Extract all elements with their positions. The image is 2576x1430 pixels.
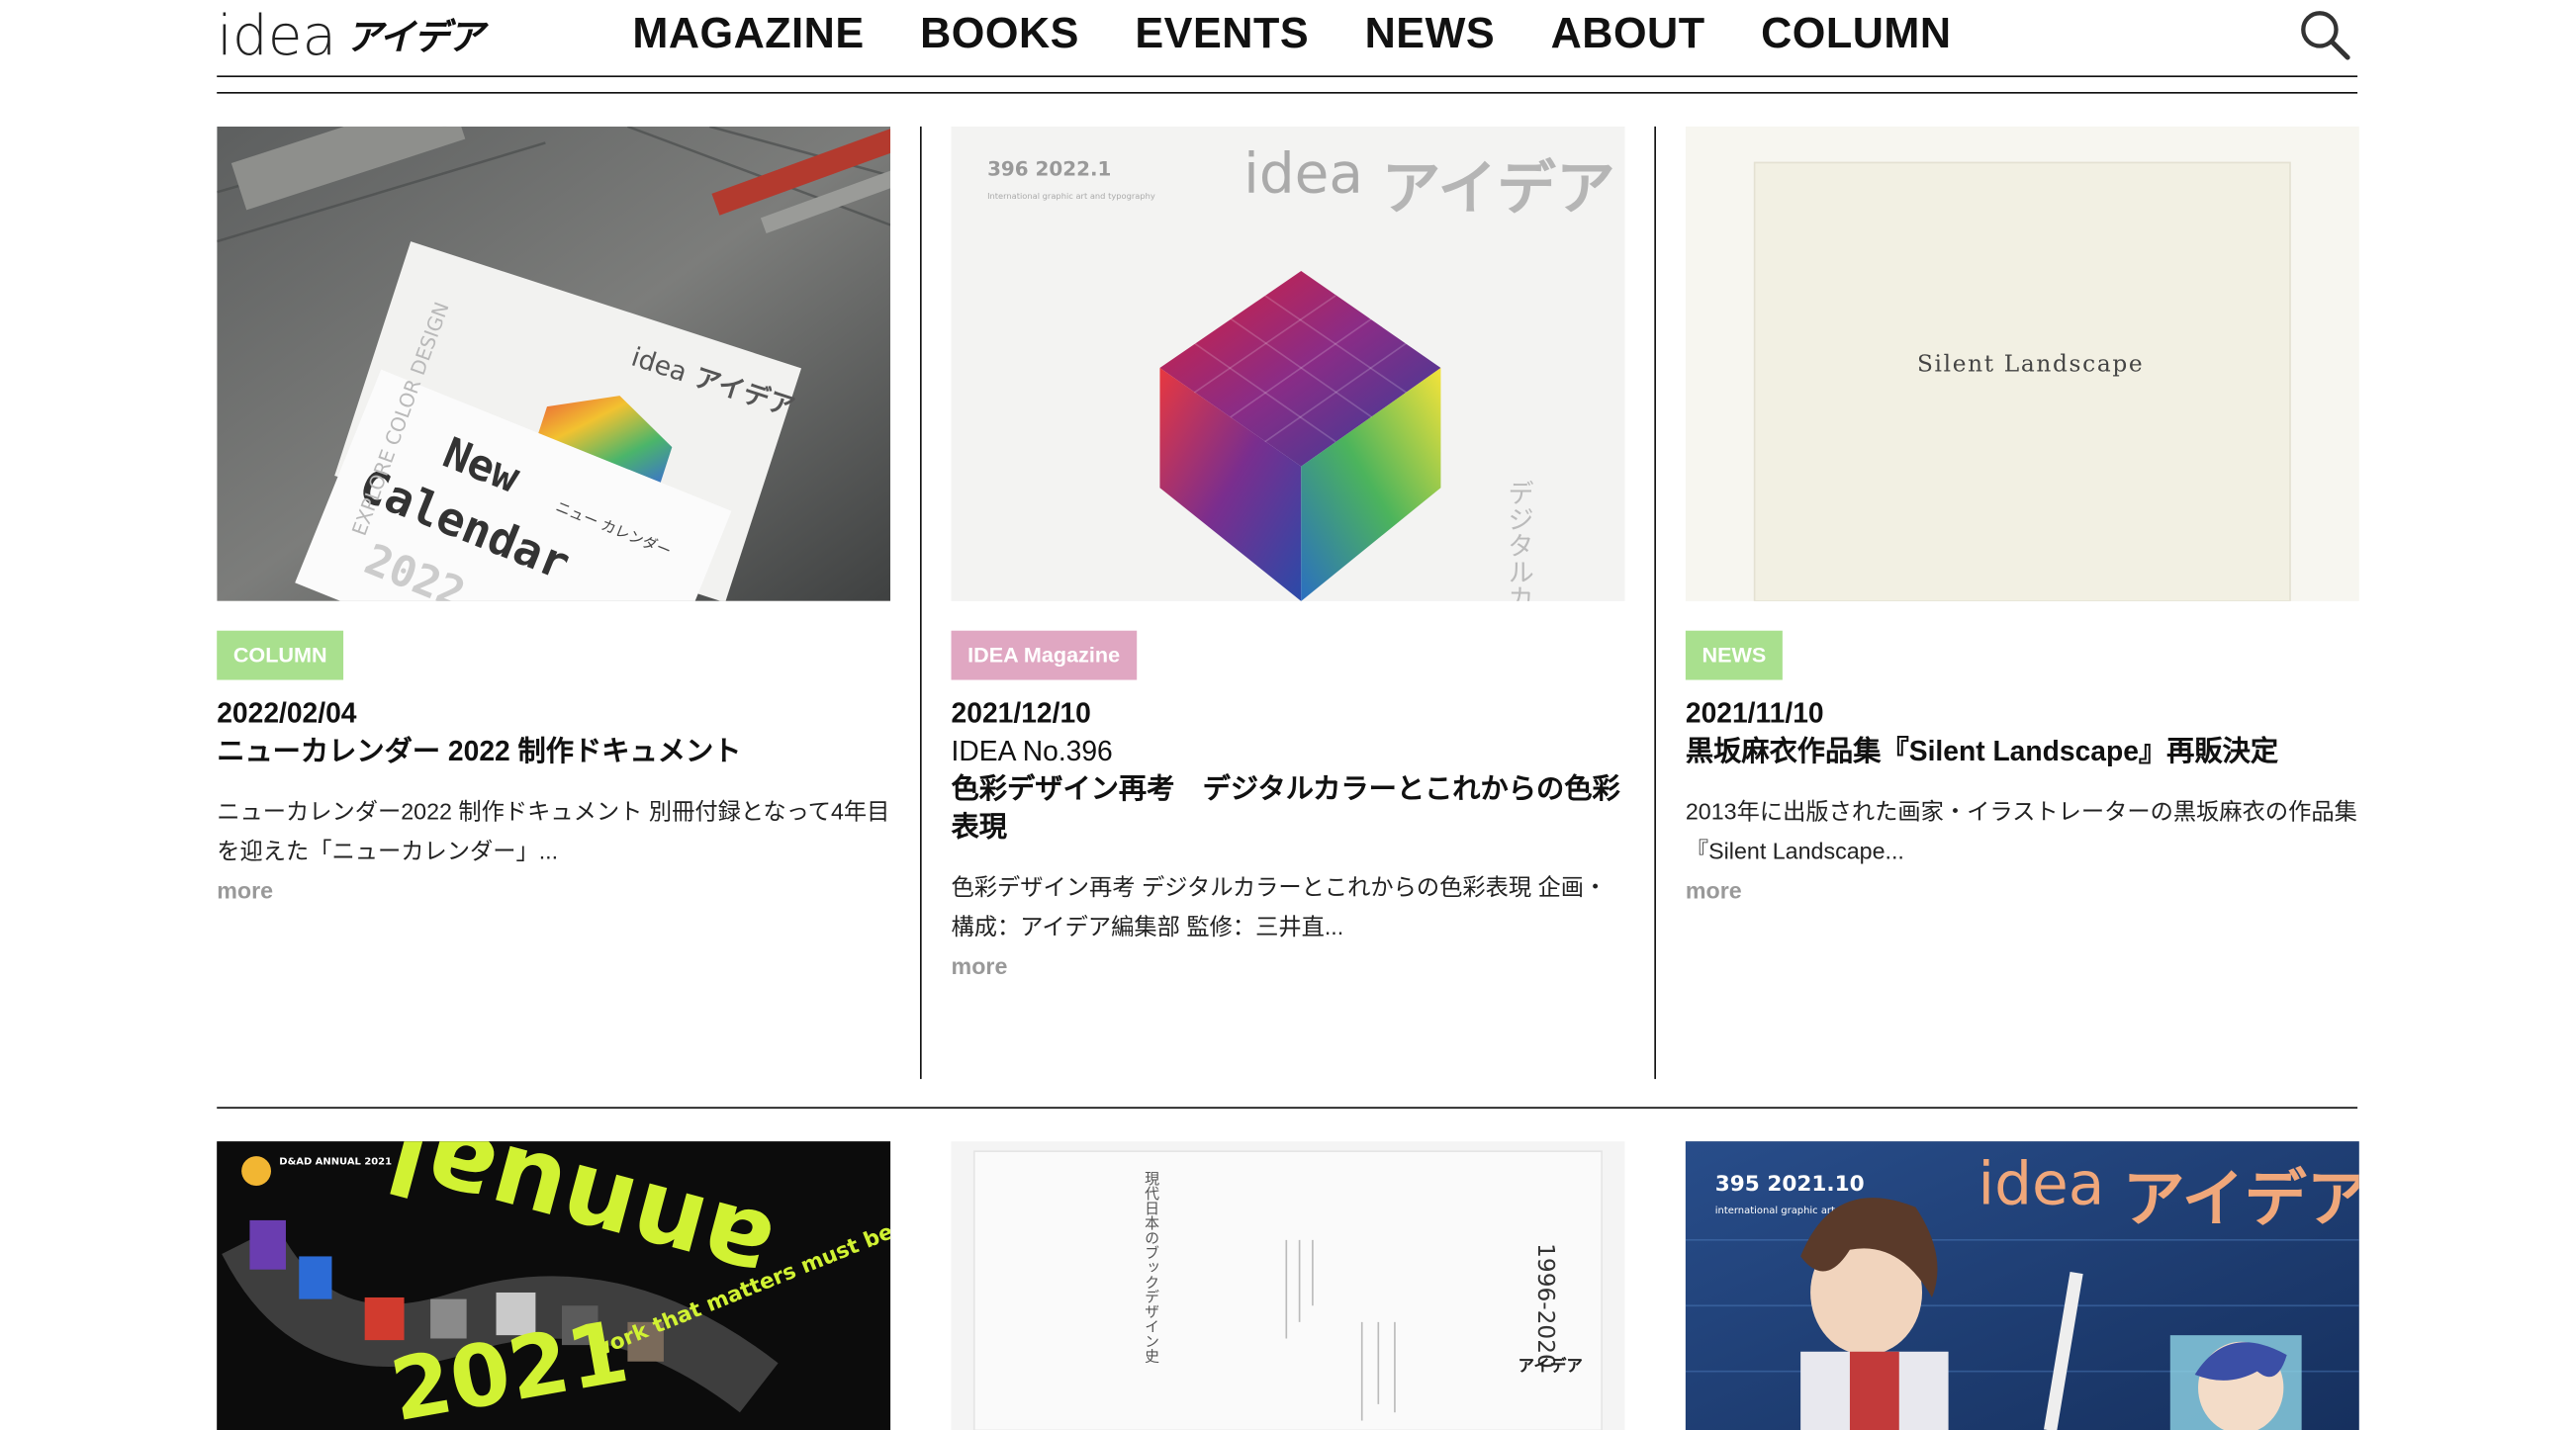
nav-column[interactable]: COLUMN (1761, 8, 1951, 58)
article-thumbnail[interactable]: Silent Landscape (1685, 126, 2359, 601)
cover-idea-kana: アイデア (1382, 155, 1615, 223)
article-date: 2022/02/04 (217, 697, 357, 730)
article-thumbnail[interactable]: 395 2021.10 international graphic art an… (1685, 1141, 2359, 1430)
more-link[interactable]: more (1686, 870, 2359, 910)
logo-latin: idea (217, 3, 337, 69)
article-date: 2021/11/10 (1685, 697, 1824, 730)
more-link[interactable]: more (952, 946, 1625, 986)
nav-about[interactable]: ABOUT (1551, 8, 1705, 58)
cover-idea: idea (1978, 1150, 2104, 1218)
article-card[interactable]: 396 2022.1 International graphic art and… (951, 126, 1625, 986)
cover-idea-kana: アイデア (2123, 1162, 2359, 1235)
site-header: idea アイデア MAGAZINE BOOKS EVENTS NEWS ABO… (217, 0, 2358, 78)
page: idea アイデア MAGAZINE BOOKS EVENTS NEWS ABO… (0, 0, 2576, 1430)
column-divider (919, 126, 922, 1080)
category-tag[interactable]: COLUMN (217, 630, 344, 680)
nav-books[interactable]: BOOKS (920, 8, 1079, 58)
cover-sub: International graphic art and typography (987, 191, 1155, 201)
cover-issue: 395 2021.10 (1715, 1172, 1865, 1197)
article-thumbnail[interactable]: 396 2022.1 International graphic art and… (951, 126, 1625, 601)
magazine-cover-395: 395 2021.10 international graphic art an… (1685, 1141, 2359, 1430)
article-card[interactable]: 現代日本のブックデザイン史 1996-2020 アイデア (951, 1141, 1625, 1430)
magazine-cover-396: 396 2022.1 International graphic art and… (951, 126, 1625, 601)
article-subtitle: IDEA No.396 (951, 735, 1113, 767)
cover-issue: 396 2022.1 (987, 158, 1111, 181)
category-tag[interactable]: NEWS (1685, 630, 1783, 680)
logo-kana: アイデア (346, 16, 484, 58)
article-title[interactable]: 色彩デザイン再考 デジタルカラーとこれからの色彩表現 (952, 770, 1625, 846)
article-thumbnail[interactable]: idea アイデア New Calendar 2022 ニュー カレンダー EX… (217, 126, 891, 601)
article-excerpt: 色彩デザイン再考 デジタルカラーとこれからの色彩表現 企画・構成：アイデア編集部… (951, 873, 1608, 939)
nav-events[interactable]: EVENTS (1135, 8, 1309, 58)
book-cover-book-design-history: 現代日本のブックデザイン史 1996-2020 アイデア (951, 1141, 1625, 1430)
row-divider (217, 1107, 2358, 1109)
cover-title: Silent Landscape (1917, 350, 2144, 377)
more-link[interactable]: more (217, 870, 890, 910)
cover-years: 1996-2020 (1532, 1243, 1559, 1369)
article-card[interactable]: idea アイデア New Calendar 2022 ニュー カレンダー EX… (217, 126, 891, 910)
cover-vertical-title: デジタルカラーとこれからの色彩表現 (1503, 480, 1533, 601)
article-card[interactable]: D&AD ANNUAL 2021 annual 2021 work that m… (217, 1141, 891, 1430)
cover-jp-title: 現代日本のブックデザイン史 (1143, 1171, 1160, 1364)
cover-badge: D&AD ANNUAL 2021 (279, 1156, 392, 1167)
column-divider (1654, 126, 1656, 1080)
nav-magazine[interactable]: MAGAZINE (632, 8, 864, 58)
book-cover-silent-landscape: Silent Landscape (1685, 126, 2359, 601)
cover-idea: idea (1243, 141, 1363, 206)
header-rule (217, 91, 2358, 94)
article-excerpt: 2013年に出版された画家・イラストレーターの黒坂麻衣の作品集『Silent L… (1685, 798, 2357, 864)
article-card[interactable]: Silent Landscape NEWS 2021/11/10 黒坂麻衣作品集… (1685, 126, 2359, 910)
search-icon[interactable] (2298, 8, 2350, 60)
nav-news[interactable]: NEWS (1365, 8, 1496, 58)
category-tag[interactable]: IDEA Magazine (951, 630, 1137, 680)
article-date: 2021/12/10 (951, 697, 1091, 730)
article-title[interactable]: ニューカレンダー 2022 制作ドキュメント (217, 733, 890, 770)
article-card[interactable]: 395 2021.10 international graphic art an… (1685, 1141, 2359, 1430)
site-logo[interactable]: idea アイデア (217, 0, 484, 69)
cover-brand: アイデア (1518, 1356, 1583, 1376)
dad-annual-cover: D&AD ANNUAL 2021 annual 2021 work that m… (217, 1141, 891, 1430)
article-thumbnail[interactable]: D&AD ANNUAL 2021 annual 2021 work that m… (217, 1141, 891, 1430)
main-nav: MAGAZINE BOOKS EVENTS NEWS ABOUT COLUMN (632, 8, 2007, 58)
article-excerpt: ニューカレンダー2022 制作ドキュメント 別冊付録となって4年目を迎えた「ニュ… (217, 798, 890, 864)
calendar-photo: idea アイデア New Calendar 2022 ニュー カレンダー EX… (217, 126, 891, 601)
article-title[interactable]: 黒坂麻衣作品集『Silent Landscape』再販決定 (1686, 733, 2359, 770)
article-thumbnail[interactable]: 現代日本のブックデザイン史 1996-2020 アイデア (951, 1141, 1625, 1430)
